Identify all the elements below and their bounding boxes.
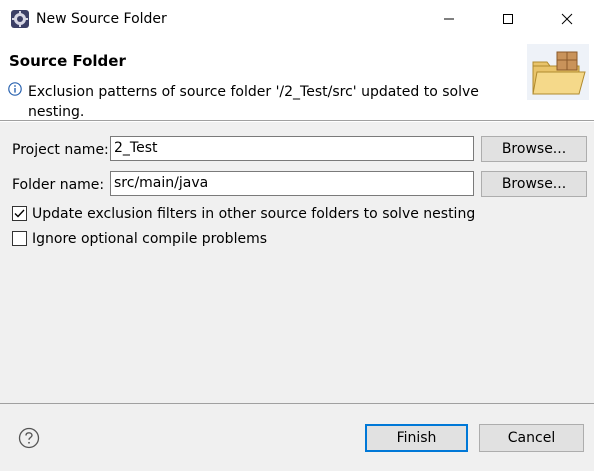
header-message: Exclusion patterns of source folder '/2_… bbox=[28, 84, 479, 120]
eclipse-gear-icon bbox=[11, 10, 29, 28]
ignore-compile-problems-label[interactable]: Ignore optional compile problems bbox=[32, 230, 267, 248]
project-name-label: Project name: bbox=[12, 142, 109, 158]
wizard-header: Source Folder Exclusion patterns of sour… bbox=[0, 38, 594, 120]
page-title: Source Folder bbox=[9, 52, 126, 70]
ignore-compile-problems-checkbox[interactable] bbox=[12, 231, 27, 246]
footer-divider bbox=[0, 403, 594, 404]
maximize-icon bbox=[503, 14, 513, 24]
project-name-field[interactable]: 2_Test bbox=[110, 136, 474, 161]
folder-name-label: Folder name: bbox=[12, 177, 105, 193]
minimize-button[interactable] bbox=[420, 0, 478, 38]
close-button[interactable] bbox=[538, 0, 594, 38]
folder-package-icon bbox=[527, 44, 589, 100]
folder-name-field[interactable]: src/main/java bbox=[110, 171, 474, 196]
info-icon bbox=[8, 82, 22, 96]
project-browse-button[interactable]: Browse... bbox=[481, 136, 587, 162]
finish-button[interactable]: Finish bbox=[365, 424, 468, 452]
cancel-button[interactable]: Cancel bbox=[479, 424, 584, 452]
maximize-button[interactable] bbox=[479, 0, 537, 38]
folder-browse-button[interactable]: Browse... bbox=[481, 171, 587, 197]
title-bar: New Source Folder bbox=[0, 0, 594, 38]
update-exclusion-label[interactable]: Update exclusion filters in other source… bbox=[32, 205, 475, 223]
minimize-icon bbox=[444, 18, 454, 20]
close-icon bbox=[561, 13, 573, 25]
update-exclusion-checkbox[interactable] bbox=[12, 206, 27, 221]
help-icon[interactable] bbox=[18, 427, 40, 449]
window-title: New Source Folder bbox=[36, 11, 167, 27]
checkmark-icon bbox=[14, 209, 25, 218]
